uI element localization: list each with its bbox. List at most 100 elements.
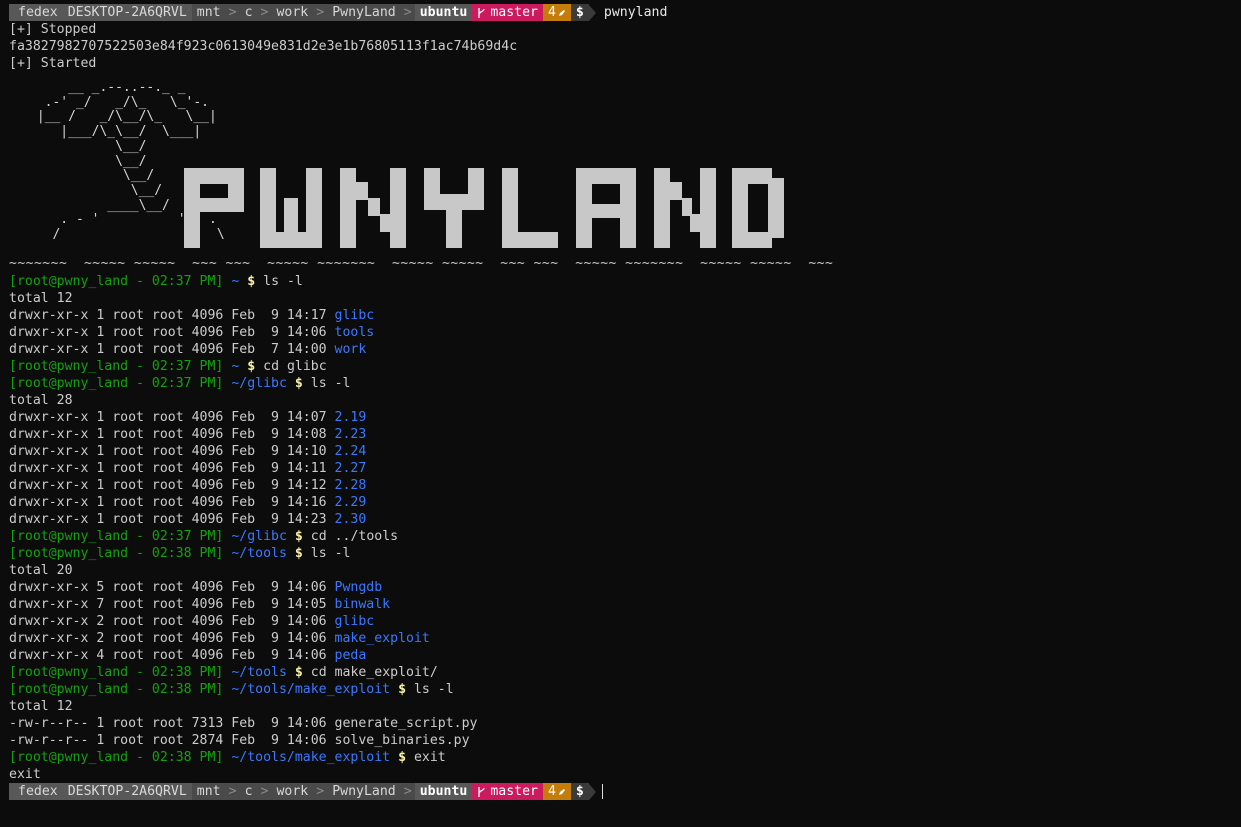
prompt-user-host: [root@pwny_land - 02:38 PM] — [9, 546, 224, 561]
branch-name: master — [490, 5, 538, 20]
command-text: ls -l — [310, 546, 351, 561]
file-metadata: drwxr-xr-x 1 root root 4096 Feb 9 14:07 — [9, 410, 327, 425]
directory-name: 2.23 — [334, 427, 367, 442]
prompt-user-host: [root@pwny_land - 02:38 PM] — [9, 682, 224, 697]
prompt-path-0: mnt — [191, 783, 226, 800]
listing-row: drwxr-xr-x 1 root root 4096 Feb 9 14:10 … — [9, 443, 1235, 460]
prompt-path-0: mnt — [191, 4, 226, 21]
prompt-host: DESKTOP-2A6QRVL — [62, 783, 192, 800]
prompt-directory: ~ — [231, 274, 240, 289]
command-text: ls -l — [413, 682, 454, 697]
path-separator-icon: > — [257, 783, 272, 800]
command-text: exit — [413, 750, 446, 765]
file-metadata: drwxr-xr-x 1 root root 4096 Feb 9 14:10 — [9, 444, 327, 459]
prompt-cwd: ubuntu — [414, 4, 473, 21]
directory-name: 2.30 — [334, 512, 367, 527]
output-line: total 12 — [9, 291, 73, 306]
directory-name: glibc — [334, 308, 375, 323]
listing-row: drwxr-xr-x 1 root root 4096 Feb 9 14:11 … — [9, 460, 1235, 477]
file-metadata: drwxr-xr-x 1 root root 4096 Feb 9 14:12 — [9, 478, 327, 493]
path-separator-icon: > — [313, 4, 328, 21]
prompt-symbol: $ — [294, 376, 303, 391]
directory-name: 2.19 — [334, 410, 367, 425]
directory-name: 2.24 — [334, 444, 367, 459]
terminal-window[interactable]: fedex DESKTOP-2A6QRVL mnt > c > work > P… — [9, 4, 1235, 823]
directory-name: make_exploit — [334, 631, 430, 646]
changes-count: 4 — [547, 5, 556, 20]
prompt-path-2: work — [271, 783, 314, 800]
output-line: [+] Stopped — [9, 22, 97, 37]
shell-prompt-line: [root@pwny_land - 02:37 PM] ~ $ ls -l — [9, 273, 1235, 290]
output-line: fa3827982707522503e84f923c0613049e831d2e… — [9, 39, 518, 54]
file-metadata: -rw-r--r-- 1 root root 2874 Feb 9 14:06 — [9, 733, 327, 748]
prompt-branch: master — [472, 4, 543, 21]
file-metadata: drwxr-xr-x 1 root root 4096 Feb 9 14:08 — [9, 427, 327, 442]
logo-letter-P — [184, 168, 244, 248]
listing-row: drwxr-xr-x 1 root root 4096 Feb 9 14:07 … — [9, 409, 1235, 426]
powerline-arrow-icon — [588, 4, 596, 21]
file-metadata: drwxr-xr-x 7 root root 4096 Feb 9 14:05 — [9, 597, 327, 612]
prompt-changes: 4 — [542, 783, 571, 800]
path-separator-icon: > — [400, 783, 415, 800]
command-text: ls -l — [263, 274, 303, 289]
prompt-user: fedex — [9, 783, 63, 800]
shell-prompt-line: [root@pwny_land - 02:38 PM] ~/tools/make… — [9, 681, 1235, 698]
logo-letter-A — [576, 168, 636, 248]
prompt-user-host: [root@pwny_land - 02:37 PM] — [9, 376, 224, 391]
shell-prompt-line: [root@pwny_land - 02:38 PM] ~/tools/make… — [9, 749, 1235, 766]
file-metadata: drwxr-xr-x 1 root root 4096 Feb 9 14:17 — [9, 308, 327, 323]
command-text: cd ../tools — [310, 529, 399, 544]
logo-letter-N — [654, 168, 716, 248]
session-output: [root@pwny_land - 02:37 PM] ~ $ ls -l tot… — [9, 273, 1235, 783]
prompt-symbol: $ — [570, 4, 589, 21]
prompt-user-host: [root@pwny_land - 02:37 PM] — [9, 274, 224, 289]
prompt-directory: ~/tools — [231, 665, 287, 680]
listing-row: -rw-r--r-- 1 root root 2874 Feb 9 14:06 … — [9, 732, 1235, 749]
output-line: total 12 — [9, 699, 73, 714]
listing-row: drwxr-xr-x 1 root root 4096 Feb 9 14:23 … — [9, 511, 1235, 528]
prompt-user-host: [root@pwny_land - 02:37 PM] — [9, 359, 224, 374]
pwnyland-banner: __ _.--..--._ _ .-' _/ _/\_ \_'-. |__ / … — [9, 80, 1235, 273]
prompt-symbol: $ — [294, 546, 303, 561]
prompt-path-3: PwnyLand — [327, 783, 401, 800]
text-cursor[interactable] — [601, 784, 603, 799]
listing-row: drwxr-xr-x 1 root root 4096 Feb 7 14:00 … — [9, 341, 1235, 358]
prompt-directory: ~/glibc — [231, 376, 287, 391]
file-metadata: drwxr-xr-x 1 root root 4096 Feb 9 14:11 — [9, 461, 327, 476]
command-text: cd make_exploit/ — [310, 665, 438, 680]
output-line: total 28 — [9, 393, 73, 408]
path-separator-icon: > — [225, 4, 240, 21]
file-metadata: drwxr-xr-x 4 root root 4096 Feb 9 14:06 — [9, 648, 327, 663]
prompt-user-host: [root@pwny_land - 02:38 PM] — [9, 665, 224, 680]
command-text: cd glibc — [263, 359, 327, 374]
prompt-symbol: $ — [247, 359, 256, 374]
directory-name: peda — [334, 648, 367, 663]
shell-prompt-line: [root@pwny_land - 02:37 PM] ~/glibc $ cd… — [9, 528, 1235, 545]
wave-line: ~~~~~~~ ~~~~~ ~~~~~ ~~~ ~~~ ~~~~~ ~~~~~~… — [9, 256, 834, 271]
output-line: [+] Started — [9, 56, 97, 71]
listing-row: drwxr-xr-x 1 root root 4096 Feb 9 14:06 … — [9, 324, 1235, 341]
listing-row: drwxr-xr-x 1 root root 4096 Feb 9 14:16 … — [9, 494, 1235, 511]
logo-letter-W — [260, 168, 322, 248]
prompt-path-1: c — [239, 783, 258, 800]
pencil-icon — [558, 9, 565, 16]
prompt-branch: master — [472, 783, 543, 800]
logo-letter-N — [340, 168, 406, 248]
prompt-cwd: ubuntu — [414, 783, 473, 800]
powerline-prompt-bottom[interactable]: fedex DESKTOP-2A6QRVL mnt > c > work > P… — [9, 783, 1235, 800]
prompt-path-1: c — [239, 4, 258, 21]
changes-count: 4 — [547, 784, 556, 799]
prompt-directory: ~/tools — [231, 546, 287, 561]
directory-name: glibc — [334, 614, 375, 629]
command-text: pwnyland — [603, 5, 668, 20]
git-branch-icon — [478, 7, 485, 18]
file-metadata: drwxr-xr-x 5 root root 4096 Feb 9 14:06 — [9, 580, 327, 595]
prompt-directory: ~ — [231, 359, 240, 374]
file-metadata: -rw-r--r-- 1 root root 7313 Feb 9 14:06 — [9, 716, 327, 731]
prompt-user-host: [root@pwny_land - 02:38 PM] — [9, 750, 224, 765]
prompt-directory: ~/tools/make_exploit — [231, 750, 391, 765]
listing-row: -rw-r--r-- 1 root root 7313 Feb 9 14:06 … — [9, 715, 1235, 732]
prompt-symbol: $ — [294, 665, 303, 680]
directory-name: 2.29 — [334, 495, 367, 510]
logo-letter-D — [732, 168, 784, 248]
